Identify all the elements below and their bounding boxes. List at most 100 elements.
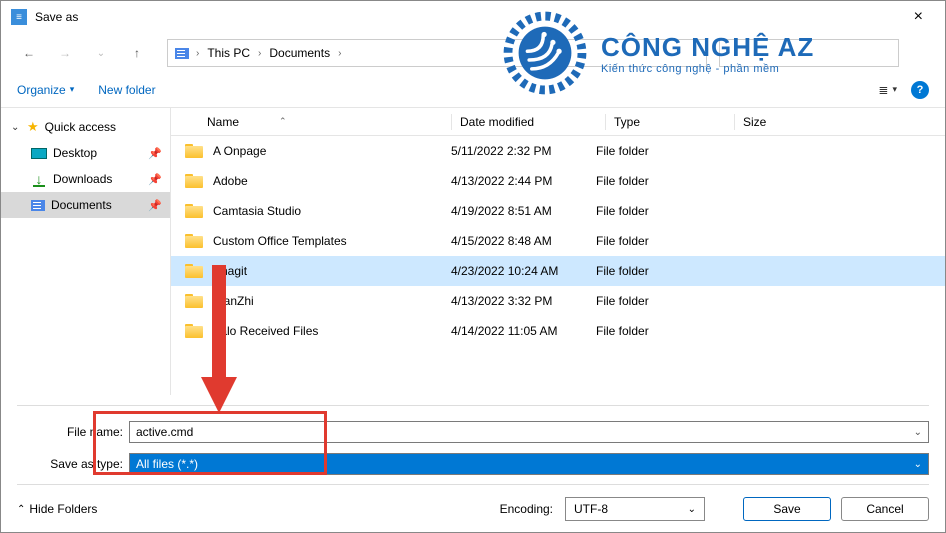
folder-icon [185,174,203,188]
sidebar-item-desktop[interactable]: Desktop 📌 [1,140,170,166]
encoding-label: Encoding: [500,502,553,516]
new-folder-button[interactable]: New folder [98,83,155,97]
sidebar: ⌄ ★ Quick access Desktop 📌 ↓ Downloads 📌… [1,108,171,395]
breadcrumb-this-pc[interactable]: This PC [205,46,252,60]
file-type: File folder [596,174,716,188]
table-row[interactable]: Zalo Received Files4/14/2022 11:05 AMFil… [171,316,945,346]
title-bar: ≡ Save as × [1,1,945,33]
save-as-type-select[interactable]: All files (*.*) ⌄ [129,453,929,475]
toolbar: Organize ▾ New folder ≣ ▾ ? [1,73,945,107]
chevron-right-icon: › [256,48,263,59]
rows: A Onpage5/11/2022 2:32 PMFile folderAdob… [171,136,945,395]
collapse-icon: ⌄ [11,122,21,133]
sidebar-item-documents[interactable]: Documents 📌 [1,192,170,218]
column-type[interactable]: Type [614,115,734,129]
back-button[interactable]: ← [17,41,41,65]
file-date: 4/13/2022 2:44 PM [451,174,596,188]
file-name-input[interactable]: active.cmd ⌄ [129,421,929,443]
sidebar-item-downloads[interactable]: ↓ Downloads 📌 [1,166,170,192]
table-row[interactable]: Adobe 4/13/2022 2:44 PMFile folder [171,166,945,196]
chevron-right-icon: › [336,48,343,59]
save-as-type-label: Save as type: [17,457,129,471]
folder-icon [185,294,203,308]
star-icon: ★ [27,119,39,135]
column-size[interactable]: Size [743,115,843,129]
file-name: Custom Office Templates [213,234,347,248]
file-name: Camtasia Studio [213,204,301,218]
up-button[interactable]: ↑ [125,41,149,65]
cancel-button[interactable]: Cancel [841,497,929,521]
folder-icon [185,204,203,218]
table-row[interactable]: XianZhi 4/13/2022 3:32 PMFile folder [171,286,945,316]
sidebar-label: Quick access [45,120,116,134]
notepad-icon: ≡ [11,9,27,25]
file-date: 4/19/2022 8:51 AM [451,204,596,218]
file-name: Zalo Received Files [213,324,318,338]
file-list: Name ⌃ Date modified Type Size A Onpage 5… [171,108,945,395]
breadcrumb-documents[interactable]: Documents [267,46,332,60]
address-bar[interactable]: › This PC › Documents › [167,39,707,67]
sidebar-label: Documents [51,198,112,212]
file-type: File folder [596,204,716,218]
view-options-button[interactable]: ≣ ▾ [878,83,897,97]
forward-button[interactable]: → [53,41,77,65]
footer: ⌃ Hide Folders Encoding: UTF-8 ⌄ Save Ca… [1,486,945,532]
close-button[interactable]: × [902,4,935,30]
file-type: File folder [596,294,716,308]
chevron-down-icon: ⌄ [914,427,922,438]
bottom-panel: File name: active.cmd ⌄ Save as type: Al… [1,395,945,485]
file-date: 4/15/2022 8:48 AM [451,234,596,248]
file-date: 4/13/2022 3:32 PM [451,294,596,308]
table-row[interactable]: Camtasia Studio 4/19/2022 8:51 AMFile fol… [171,196,945,226]
file-name-value: active.cmd [136,425,193,439]
sidebar-item-quick-access[interactable]: ⌄ ★ Quick access [1,114,170,140]
file-name: Snagit [213,264,247,278]
chevron-down-icon: ⌄ [914,459,922,470]
sort-ascending-icon: ⌃ [279,116,287,127]
body-area: ⌄ ★ Quick access Desktop 📌 ↓ Downloads 📌… [1,107,945,395]
downloads-icon: ↓ [31,172,47,187]
organize-menu[interactable]: Organize ▾ [17,83,74,97]
file-date: 4/23/2022 10:24 AM [451,264,596,278]
organize-label: Organize [17,83,66,97]
encoding-select[interactable]: UTF-8 ⌄ [565,497,705,521]
table-row[interactable]: A Onpage 5/11/2022 2:32 PMFile folder [171,136,945,166]
file-name: XianZhi [213,294,254,308]
folder-icon [185,144,203,158]
help-icon[interactable]: ? [911,81,929,99]
documents-icon [31,200,45,211]
hide-folders-button[interactable]: ⌃ Hide Folders [17,502,97,516]
file-name-label: File name: [17,425,129,439]
file-name: A Onpage [213,144,266,158]
chevron-up-icon: ⌃ [17,504,25,515]
encoding-value: UTF-8 [574,502,608,516]
folder-icon [185,264,203,278]
file-type: File folder [596,234,716,248]
file-type: File folder [596,324,716,338]
save-as-type-value: All files (*.*) [136,457,198,471]
chevron-down-icon: ▾ [70,84,75,95]
search-input[interactable] [719,39,899,67]
file-type: File folder [596,264,716,278]
column-headers: Name ⌃ Date modified Type Size [171,108,945,136]
pin-icon: 📌 [148,173,162,186]
column-date[interactable]: Date modified [460,115,605,129]
sidebar-label: Desktop [53,146,97,160]
pin-icon: 📌 [148,147,162,160]
file-type: File folder [596,144,716,158]
window-title: Save as [35,10,78,24]
file-date: 5/11/2022 2:32 PM [451,144,596,158]
folder-icon [185,324,203,338]
desktop-icon [31,148,47,159]
save-button[interactable]: Save [743,497,831,521]
table-row[interactable]: Snagit 4/23/2022 10:24 AMFile folder [171,256,945,286]
chevron-right-icon: › [194,48,201,59]
doc-location-icon [174,45,190,61]
hide-folders-label: Hide Folders [29,502,97,516]
recent-dropdown[interactable]: ⌄ [89,41,113,65]
nav-bar: ← → ⌄ ↑ › This PC › Documents › [1,33,945,73]
file-name: Adobe [213,174,248,188]
column-name[interactable]: Name ⌃ [171,115,451,129]
table-row[interactable]: Custom Office Templates 4/15/2022 8:48 AM… [171,226,945,256]
folder-icon [185,234,203,248]
